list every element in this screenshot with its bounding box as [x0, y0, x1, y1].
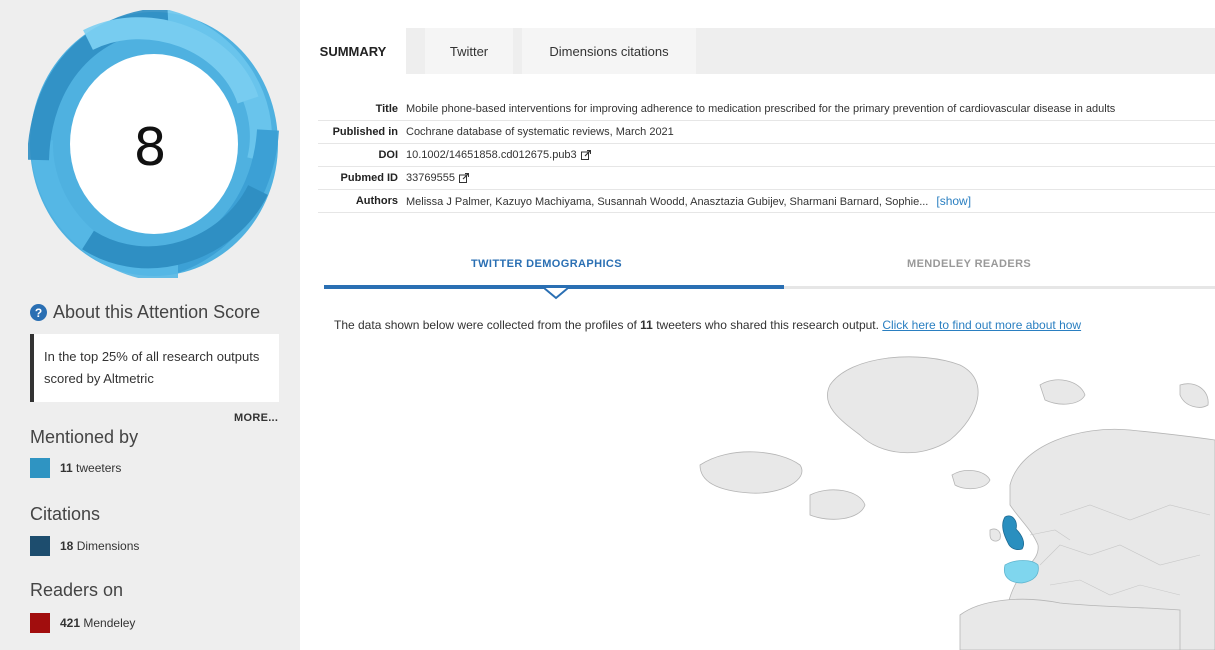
readers-heading: Readers on [30, 580, 124, 600]
legend-dimensions[interactable]: 18 Dimensions [30, 536, 139, 556]
meta-row-published: Published in Cochrane database of system… [318, 120, 1215, 144]
sidebar: 8 ? About this Attention Score In the to… [0, 0, 300, 650]
united-kingdom-shape[interactable] [1002, 515, 1024, 551]
meta-row-doi: DOI 10.1002/14651858.cd012675.pub3 [318, 143, 1215, 167]
meta-row-title: Title Mobile phone-based interventions f… [318, 98, 1215, 121]
tab-summary[interactable]: SUMMARY [300, 28, 406, 74]
world-map[interactable] [660, 345, 1215, 650]
tweeters-swatch [30, 458, 50, 478]
mendeley-swatch [30, 613, 50, 633]
tab-twitter[interactable]: Twitter [425, 28, 513, 74]
tweeters-count: 11 [60, 461, 73, 475]
novaya-zemlya-shape [1179, 383, 1209, 408]
pubmed-label: Pubmed ID [318, 166, 402, 190]
tab-dimensions-citations[interactable]: Dimensions citations [522, 28, 696, 74]
demographics-count: 11 [640, 318, 653, 332]
external-link-icon[interactable] [458, 173, 469, 184]
legend-tweeters[interactable]: 11 tweeters [30, 458, 121, 478]
dimensions-label: Dimensions [76, 539, 140, 553]
demographics-description: The data shown below were collected from… [334, 318, 1081, 332]
active-tab-notch-icon [544, 288, 568, 300]
tweeters-label: tweeters [76, 461, 122, 475]
title-label: Title [318, 98, 402, 121]
about-label: About this Attention Score [53, 302, 261, 322]
mendeley-count: 421 [60, 616, 81, 630]
external-link-icon[interactable] [580, 150, 591, 161]
doi-label: DOI [318, 143, 402, 167]
legend-mendeley[interactable]: 421 Mendeley [30, 613, 135, 633]
greenland-shape [827, 356, 979, 454]
mendeley-label: Mendeley [83, 616, 136, 630]
dimensions-count: 18 [60, 539, 74, 553]
title-value: Mobile phone-based interventions for imp… [402, 98, 1215, 121]
authors-value: Melissa J Palmer, Kazuyo Machiyama, Susa… [406, 196, 929, 208]
arctic-islands-shape [699, 451, 803, 494]
tab-bar: SUMMARY Twitter Dimensions citations [300, 28, 1215, 74]
citations-heading: Citations [30, 504, 101, 524]
demographics-intro-tail: tweeters who shared this research output… [652, 318, 883, 332]
dimensions-swatch [30, 536, 50, 556]
more-link[interactable]: MORE... [234, 412, 278, 424]
authors-label: Authors [318, 189, 402, 213]
tab-twitter-demographics[interactable]: TWITTER DEMOGRAPHICS [471, 258, 622, 270]
pubmed-link[interactable]: 33769555 [406, 172, 455, 184]
show-authors-link[interactable]: [show] [936, 194, 971, 208]
tab-mendeley-readers[interactable]: MENDELEY READERS [907, 258, 1031, 270]
doi-link[interactable]: 10.1002/14651858.cd012675.pub3 [406, 149, 577, 161]
meta-row-authors: Authors Melissa J Palmer, Kazuyo Machiya… [318, 189, 1215, 213]
svalbard-shape [1039, 379, 1086, 405]
published-label: Published in [318, 120, 402, 144]
baffin-shape [809, 489, 866, 520]
question-circle-icon: ? [30, 304, 47, 321]
mentioned-by-heading: Mentioned by [30, 427, 139, 447]
rank-box: In the top 25% of all research outputs s… [30, 334, 279, 402]
iceland-shape [951, 470, 991, 490]
demographics-intro: The data shown below were collected from… [334, 318, 641, 332]
about-attention-score[interactable]: ? About this Attention Score [30, 302, 260, 323]
meta-row-pubmed: Pubmed ID 33769555 [318, 166, 1215, 190]
find-out-more-link[interactable]: Click here to find out more about how [882, 318, 1081, 332]
published-value: Cochrane database of systematic reviews,… [402, 120, 1215, 144]
ireland-shape [989, 528, 1001, 542]
attention-score: 8 [133, 118, 167, 178]
metadata-table: Title Mobile phone-based interventions f… [318, 98, 1215, 213]
